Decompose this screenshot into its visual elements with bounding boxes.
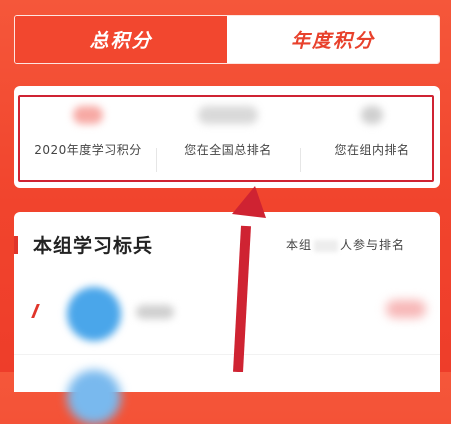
points-value-blurred <box>73 106 103 124</box>
section-title: 本组学习标兵 <box>33 235 154 257</box>
stat-label: 2020年度学习积分 <box>34 143 142 157</box>
stat-national-rank[interactable]: 您在全国总排名 <box>158 86 298 188</box>
score-blurred <box>386 300 426 318</box>
tab-total-score[interactable]: 总积分 <box>15 16 227 63</box>
stat-label: 您在全国总排名 <box>184 143 272 157</box>
group-leaderboard-card: 本组学习标兵 本组 人参与排名 <box>14 212 440 424</box>
avatar[interactable] <box>67 370 121 424</box>
stat-divider <box>156 148 157 172</box>
stat-group-rank[interactable]: 您在组内排名 <box>302 86 442 188</box>
name-blurred <box>136 305 174 319</box>
avatar[interactable] <box>67 287 121 341</box>
rank-value-blurred <box>361 106 383 124</box>
tab-annual-score[interactable]: 年度积分 <box>227 16 439 63</box>
section-accent-bar <box>14 236 18 254</box>
participant-prefix: 本组 <box>286 238 313 252</box>
participant-suffix: 人参与排名 <box>340 238 406 252</box>
stat-label: 您在组内排名 <box>334 143 410 157</box>
rank-marker <box>31 304 40 318</box>
row-divider <box>14 354 440 355</box>
rank-value-blurred <box>198 106 258 124</box>
stat-annual-points[interactable]: 2020年度学习积分 <box>18 86 158 188</box>
stats-card: 2020年度学习积分 您在全国总排名 您在组内排名 <box>14 86 440 188</box>
stat-divider <box>300 148 301 172</box>
participant-number-blurred <box>314 239 339 252</box>
participant-count: 本组 人参与排名 <box>286 236 405 253</box>
score-tabs: 总积分 年度积分 <box>14 15 440 64</box>
